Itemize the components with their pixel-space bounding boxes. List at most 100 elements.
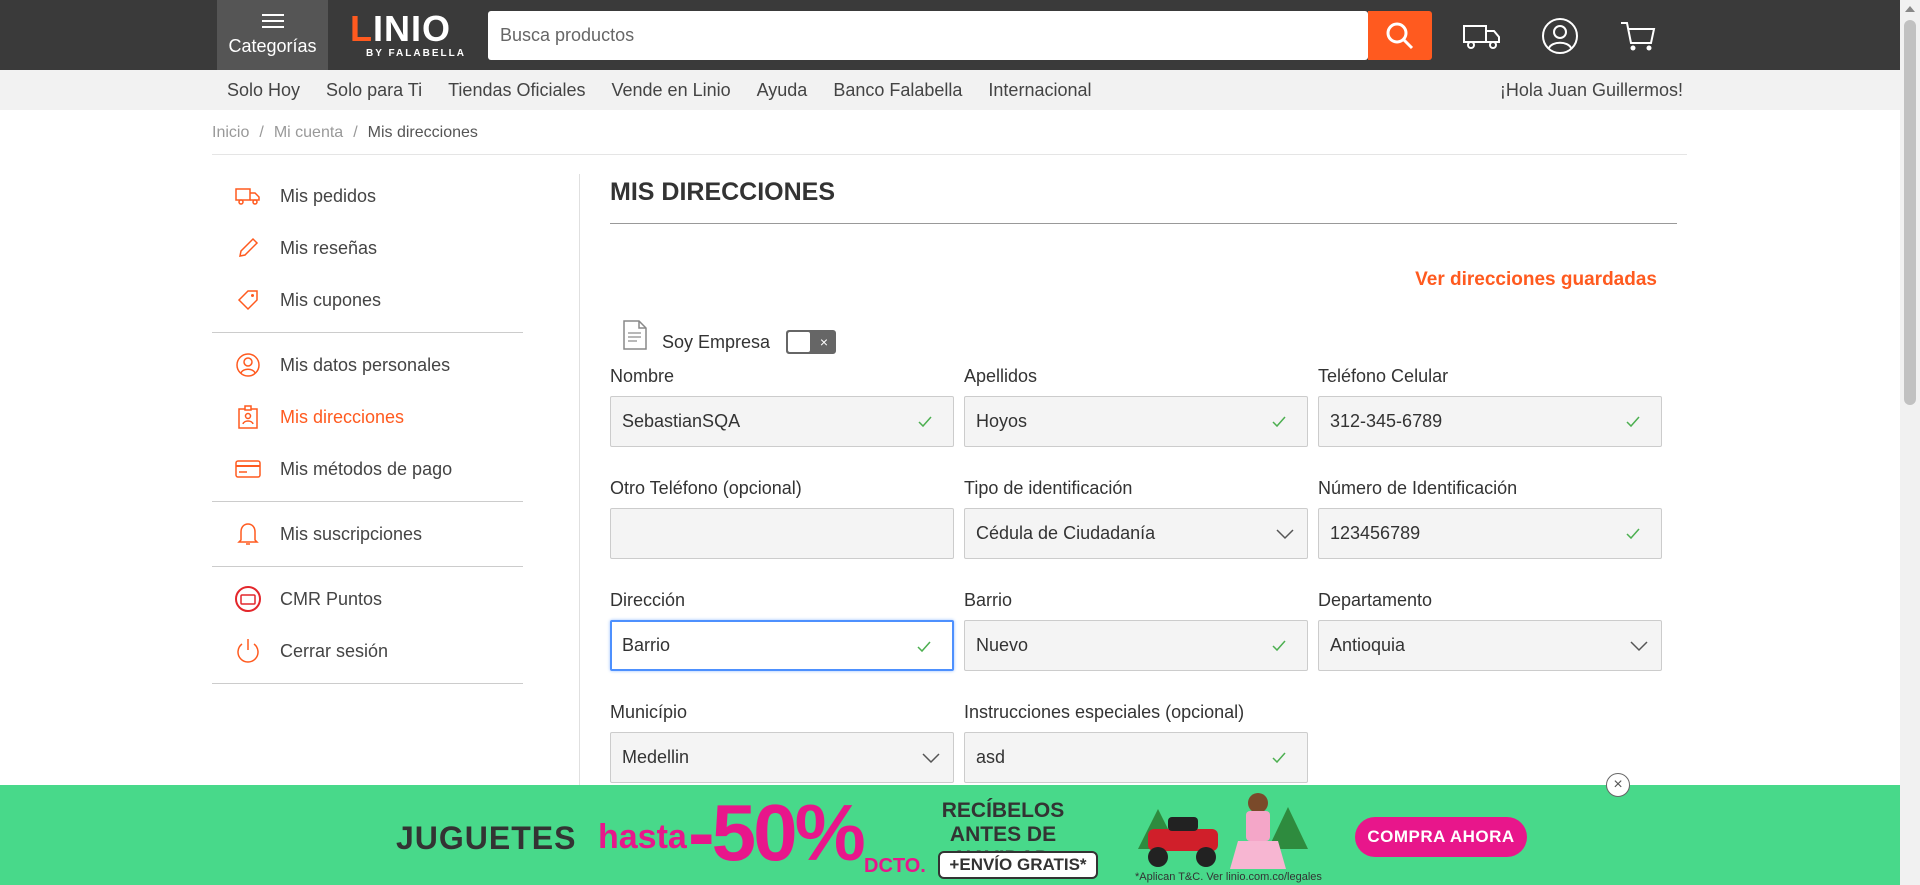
truck-icon: [1463, 25, 1500, 49]
sidebar-item-label: Mis métodos de pago: [280, 458, 453, 479]
user-icon: [234, 351, 262, 379]
field-label: Número de Identificación: [1318, 478, 1518, 498]
user-greeting[interactable]: ¡Hola Juan Guillermos!: [1500, 80, 1683, 101]
field-label: Dirección: [610, 590, 686, 610]
sidebar-item-cupones[interactable]: Mis cupones: [212, 274, 523, 326]
breadcrumb-mi-cuenta[interactable]: Mi cuenta: [274, 124, 343, 141]
breadcrumb-divider: [212, 154, 1687, 155]
direccion-field: Dirección Barrio: [610, 590, 954, 671]
truck-icon: [234, 182, 262, 210]
close-icon[interactable]: ×: [1606, 773, 1630, 797]
field-label: Barrio: [964, 590, 1013, 610]
field-value: 123456789: [1330, 523, 1421, 543]
field-label: Tipo de identificación: [964, 478, 1133, 498]
apellidos-input[interactable]: Hoyos: [964, 396, 1308, 447]
nav-link-banco-falabella[interactable]: Banco Falabella: [833, 80, 962, 101]
search-input[interactable]: [488, 11, 1328, 60]
breadcrumb-current: Mis direcciones: [367, 124, 478, 141]
instrucciones-field: Instrucciones especiales (opcional) asd: [964, 702, 1308, 783]
sidebar-divider: [212, 566, 523, 567]
toggle-off-mark: ×: [819, 334, 829, 350]
field-value: Barrio: [622, 635, 671, 655]
account-sidebar: Mis pedidos Mis reseñas Mis cupones Mis …: [212, 170, 523, 690]
tipo-identificacion-select[interactable]: Cédula de Ciudadanía: [964, 508, 1308, 559]
nav-link-ayuda[interactable]: Ayuda: [757, 80, 808, 101]
chevron-down-icon: [922, 753, 940, 764]
numero-identificacion-field: Número de Identificación 123456789: [1318, 478, 1662, 559]
nav-link-solo-hoy[interactable]: Solo Hoy: [227, 80, 300, 101]
chevron-down-icon: [1276, 529, 1294, 540]
title-underline: [610, 223, 1677, 224]
departamento-select[interactable]: Antioquia: [1318, 620, 1662, 671]
cmr-icon: [234, 585, 262, 613]
sidebar-item-metodos-pago[interactable]: Mis métodos de pago: [212, 443, 523, 495]
search-bar: [488, 11, 1368, 60]
nav-link-internacional[interactable]: Internacional: [988, 80, 1091, 101]
direccion-input[interactable]: Barrio: [610, 620, 954, 671]
field-value: Medellin: [622, 747, 690, 767]
secondary-nav: Solo Hoy Solo para Ti Tiendas Oficiales …: [0, 70, 1900, 110]
instrucciones-input[interactable]: asd: [964, 732, 1308, 783]
numero-identificacion-input[interactable]: 123456789: [1318, 508, 1662, 559]
linio-logo[interactable]: LINIO BY FALABELLA: [350, 10, 470, 62]
sidebar-item-label: Mis pedidos: [280, 185, 377, 206]
promo-envio-gratis: +ENVÍO GRATIS*: [938, 851, 1098, 879]
bell-icon: [234, 520, 262, 548]
nombre-field: Nombre SebastianSQA: [610, 366, 954, 447]
scrollbar-thumb[interactable]: [1904, 20, 1916, 405]
tag-icon: [234, 286, 262, 314]
sidebar-item-direcciones[interactable]: Mis direcciones: [212, 391, 523, 443]
sidebar-item-label: Mis cupones: [280, 289, 382, 310]
document-icon: [623, 320, 647, 350]
cart-button[interactable]: [1616, 14, 1660, 58]
barrio-field: Barrio Nuevo: [964, 590, 1308, 671]
barrio-input[interactable]: Nuevo: [964, 620, 1308, 671]
field-label: Otro Teléfono (opcional): [610, 478, 802, 498]
sidebar-item-label: Mis direcciones: [280, 406, 405, 427]
sidebar-divider: [212, 501, 523, 502]
field-value: 312-345-6789: [1330, 411, 1443, 431]
empresa-label: Soy Empresa: [662, 331, 771, 352]
check-icon: [1272, 640, 1286, 652]
nombre-input[interactable]: SebastianSQA: [610, 396, 954, 447]
nav-link-tiendas-oficiales[interactable]: Tiendas Oficiales: [448, 80, 585, 101]
content-divider: [579, 174, 580, 794]
empresa-toggle-row: Soy Empresa ×: [622, 316, 837, 354]
field-label: Instrucciones especiales (opcional): [964, 702, 1245, 722]
field-value: asd: [976, 747, 1006, 767]
sidebar-item-pedidos[interactable]: Mis pedidos: [212, 170, 523, 222]
sidebar-item-cerrar-sesion[interactable]: Cerrar sesión: [212, 625, 523, 677]
field-label: Apellidos: [964, 366, 1038, 386]
sidebar-item-resenas[interactable]: Mis reseñas: [212, 222, 523, 274]
page-scrollbar[interactable]: [1900, 0, 1920, 885]
telefono-field: Teléfono Celular 312-345-6789: [1318, 366, 1662, 447]
sidebar-item-cmr-puntos[interactable]: CMR Puntos: [212, 573, 523, 625]
field-label: Teléfono Celular: [1318, 366, 1449, 386]
field-value: SebastianSQA: [622, 411, 741, 431]
scroll-up-icon[interactable]: [1905, 6, 1915, 12]
field-value: Cédula de Ciudadanía: [976, 523, 1156, 543]
search-button[interactable]: [1368, 11, 1432, 60]
field-label: Departamento: [1318, 590, 1433, 610]
sidebar-item-label: Mis datos personales: [280, 354, 451, 375]
promo-banner[interactable]: JUGUETES hasta -50% DCTO. RECÍBELOS ANTE…: [0, 785, 1900, 885]
account-button[interactable]: [1538, 14, 1582, 58]
nav-link-solo-para-ti[interactable]: Solo para Ti: [326, 80, 422, 101]
empresa-toggle[interactable]: ×: [786, 330, 837, 354]
categories-button[interactable]: Categorías: [217, 0, 328, 70]
sidebar-item-datos-personales[interactable]: Mis datos personales: [212, 339, 523, 391]
check-icon: [1626, 416, 1640, 428]
breadcrumb: Inicio / Mi cuenta / Mis direcciones: [212, 124, 478, 141]
telefono-input[interactable]: 312-345-6789: [1318, 396, 1662, 447]
breadcrumb-inicio[interactable]: Inicio: [212, 124, 249, 141]
otro-telefono-input[interactable]: [610, 508, 954, 559]
delivery-truck-button[interactable]: [1460, 14, 1504, 58]
sidebar-item-suscripciones[interactable]: Mis suscripciones: [212, 508, 523, 560]
saved-addresses-link[interactable]: Ver direcciones guardadas: [1415, 269, 1657, 291]
sidebar-divider: [212, 332, 523, 333]
user-icon: [1542, 18, 1578, 54]
sidebar-item-label: Mis suscripciones: [280, 523, 423, 544]
municipio-select[interactable]: Medellin: [610, 732, 954, 783]
nav-link-vende-en-linio[interactable]: Vende en Linio: [612, 80, 731, 101]
compra-ahora-button[interactable]: COMPRA AHORA: [1355, 817, 1527, 857]
